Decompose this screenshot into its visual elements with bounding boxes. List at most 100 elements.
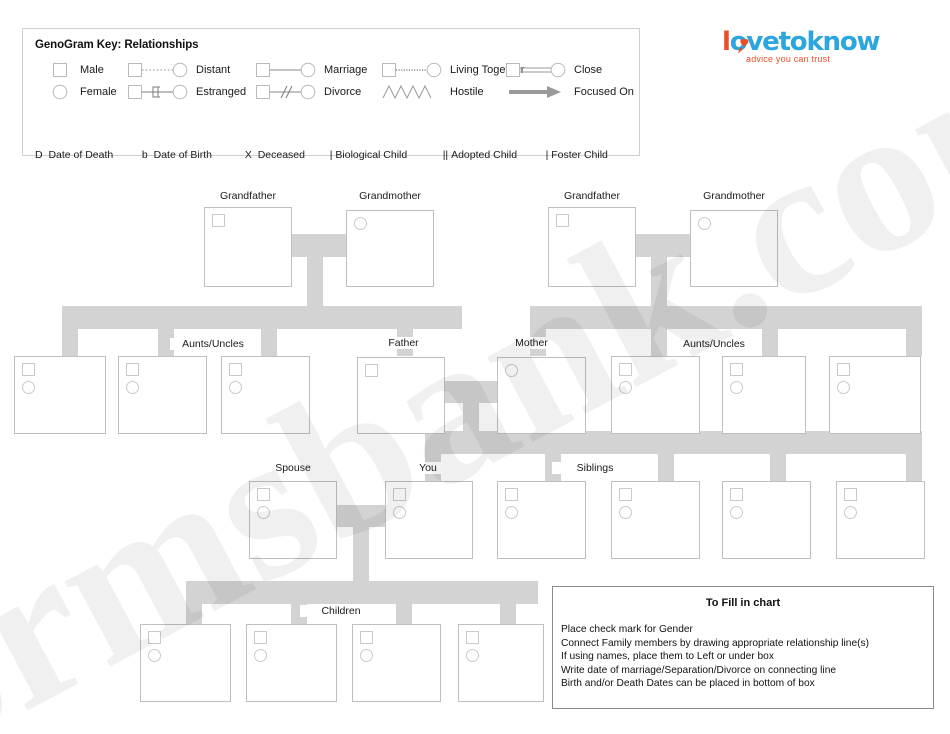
female-checkbox[interactable] bbox=[505, 506, 518, 519]
father-box[interactable] bbox=[357, 357, 445, 434]
female-checkbox[interactable] bbox=[730, 381, 743, 394]
mother-box[interactable] bbox=[497, 357, 586, 434]
sibling-box-4[interactable] bbox=[836, 481, 925, 559]
child-box-4[interactable] bbox=[458, 624, 544, 702]
father-label: Father bbox=[361, 337, 446, 349]
sibling-box-2[interactable] bbox=[611, 481, 700, 559]
female-checkbox[interactable] bbox=[257, 506, 270, 519]
spouse-box[interactable] bbox=[249, 481, 337, 559]
aunt-uncle-box-1[interactable] bbox=[14, 356, 106, 434]
child-box-3[interactable] bbox=[352, 624, 441, 702]
female-checkbox[interactable] bbox=[844, 506, 857, 519]
female-checkbox[interactable] bbox=[505, 364, 518, 377]
instruction-line: If using names, place them to Left or un… bbox=[561, 651, 774, 663]
legend-item-distant: Distant bbox=[127, 59, 230, 81]
child-box-1[interactable] bbox=[140, 624, 231, 702]
sibling-box-3[interactable] bbox=[722, 481, 811, 559]
grandmother-right-box[interactable] bbox=[690, 210, 778, 287]
male-checkbox[interactable] bbox=[212, 214, 225, 227]
female-checkbox[interactable] bbox=[22, 381, 35, 394]
legend-label: Female bbox=[80, 86, 117, 98]
spouse-label: Spouse bbox=[250, 462, 336, 474]
male-square-icon bbox=[53, 63, 67, 77]
aunt-uncle-box-3[interactable] bbox=[221, 356, 310, 434]
male-checkbox[interactable] bbox=[126, 363, 139, 376]
female-checkbox[interactable] bbox=[354, 217, 367, 230]
legend-abbreviations: D Date of Death b Date of Birth X Deceas… bbox=[35, 149, 608, 161]
female-checkbox[interactable] bbox=[393, 506, 406, 519]
female-checkbox[interactable] bbox=[126, 381, 139, 394]
legend-item-living-together: Living Together bbox=[381, 59, 524, 81]
male-checkbox[interactable] bbox=[360, 631, 373, 644]
instruction-line: Connect Family members by drawing approp… bbox=[561, 637, 870, 649]
male-checkbox[interactable] bbox=[505, 488, 518, 501]
male-checkbox[interactable] bbox=[844, 488, 857, 501]
legend-label: Close bbox=[574, 64, 603, 76]
legend-title: GenoGram Key: Relationships bbox=[35, 39, 199, 51]
male-checkbox[interactable] bbox=[556, 214, 569, 227]
child-box-2[interactable] bbox=[246, 624, 337, 702]
female-checkbox[interactable] bbox=[619, 506, 632, 519]
heart-icon bbox=[738, 39, 749, 54]
female-checkbox[interactable] bbox=[698, 217, 711, 230]
female-checkbox[interactable] bbox=[254, 649, 267, 662]
grandmother-left-box[interactable] bbox=[346, 210, 434, 287]
distant-dotted-icon bbox=[128, 62, 188, 78]
you-label: You bbox=[385, 462, 471, 474]
legend-item-focused-on: Focused On bbox=[505, 81, 634, 103]
female-checkbox[interactable] bbox=[730, 506, 743, 519]
abbr-deceased: X Deceased bbox=[244, 149, 305, 161]
grandfather-right-label: Grandfather bbox=[548, 190, 636, 202]
male-checkbox[interactable] bbox=[257, 488, 270, 501]
male-checkbox[interactable] bbox=[229, 363, 242, 376]
grandfather-left-box[interactable] bbox=[204, 207, 292, 287]
fill-instructions-panel: To Fill in chart Place check mark for Ge… bbox=[552, 586, 934, 709]
grandfather-right-box[interactable] bbox=[548, 207, 636, 287]
aunt-uncle-label-5: Aunts/Uncles bbox=[671, 338, 757, 350]
you-box[interactable] bbox=[385, 481, 473, 559]
female-checkbox[interactable] bbox=[466, 649, 479, 662]
female-checkbox[interactable] bbox=[360, 649, 373, 662]
sibling-box-1[interactable] bbox=[497, 481, 586, 559]
legend-item-hostile: Hostile bbox=[381, 81, 484, 103]
logo-part-know: know bbox=[806, 27, 880, 57]
abbr-foster-child: | Foster Child bbox=[545, 149, 608, 161]
male-checkbox[interactable] bbox=[730, 488, 743, 501]
grandfather-left-label: Grandfather bbox=[204, 190, 292, 202]
aunt-uncle-box-5[interactable] bbox=[722, 356, 806, 434]
male-checkbox[interactable] bbox=[619, 488, 632, 501]
aunt-uncle-box-4[interactable] bbox=[611, 356, 700, 434]
close-thick-icon bbox=[506, 62, 566, 78]
legend-label: Estranged bbox=[196, 86, 247, 98]
child-label-2: Children bbox=[300, 605, 382, 617]
male-checkbox[interactable] bbox=[148, 631, 161, 644]
male-checkbox[interactable] bbox=[730, 363, 743, 376]
female-checkbox[interactable] bbox=[837, 381, 850, 394]
female-checkbox[interactable] bbox=[619, 381, 632, 394]
legend-label: Marriage bbox=[324, 64, 368, 76]
instruction-line: Birth and/or Death Dates can be placed i… bbox=[561, 678, 815, 690]
instruction-line: Write date of marriage/Separation/Divorc… bbox=[561, 664, 837, 676]
logo-part-l: l bbox=[722, 27, 731, 57]
lovetoknow-logo[interactable]: lovetoknow advice you can trust bbox=[722, 29, 890, 65]
abbr-adopted-child: || Adopted Child bbox=[442, 149, 518, 161]
male-checkbox[interactable] bbox=[393, 488, 406, 501]
male-checkbox[interactable] bbox=[466, 631, 479, 644]
female-checkbox[interactable] bbox=[148, 649, 161, 662]
legend-item-female: Female bbox=[51, 81, 117, 103]
female-checkbox[interactable] bbox=[229, 381, 242, 394]
male-checkbox[interactable] bbox=[22, 363, 35, 376]
legend-item-estranged: Estranged bbox=[127, 81, 246, 103]
male-checkbox[interactable] bbox=[365, 364, 378, 377]
legend-label: Male bbox=[80, 64, 104, 76]
aunt-uncle-box-6[interactable] bbox=[829, 356, 921, 434]
abbr-date-of-birth: b Date of Birth bbox=[141, 149, 212, 161]
legend-label: Hostile bbox=[450, 86, 484, 98]
male-checkbox[interactable] bbox=[619, 363, 632, 376]
male-checkbox[interactable] bbox=[837, 363, 850, 376]
legend-label: Divorce bbox=[324, 86, 362, 98]
male-checkbox[interactable] bbox=[254, 631, 267, 644]
aunt-uncle-box-2[interactable] bbox=[118, 356, 207, 434]
hostile-zigzag-icon bbox=[382, 84, 432, 100]
genogram-key-panel: GenoGram Key: Relationships Male Female … bbox=[22, 28, 640, 161]
